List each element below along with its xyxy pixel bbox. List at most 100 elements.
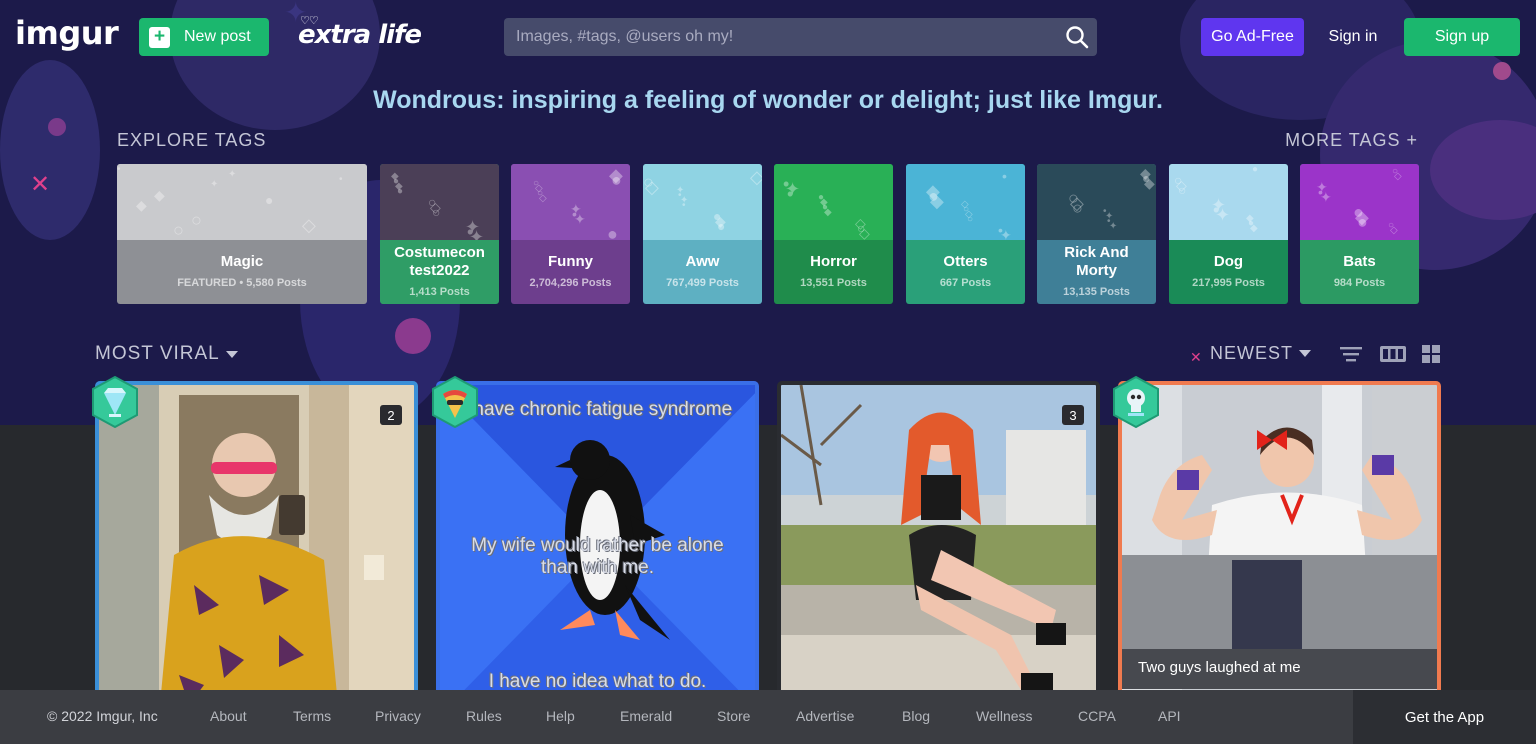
filter-icon[interactable]	[1339, 344, 1363, 364]
footer-link-ccpa[interactable]: CCPA	[1078, 708, 1116, 724]
tag-pattern: ● ◇ • ◆ ○ ✦ ● ◇ • ◆	[774, 164, 893, 240]
most-viral-dropdown[interactable]: MOST VIRAL	[95, 343, 238, 365]
tag-post-count: 667 Posts	[939, 277, 992, 289]
tag-info: Aww 767,499 Posts	[643, 240, 762, 304]
tag-card[interactable]: ◆ ○ ✦ ● ◇ • ◆ ○ ✦ ● Costumecon test2022 1,413 Posts	[380, 164, 499, 304]
tag-info: Magic FEATURED • 5,580 Posts	[117, 240, 367, 304]
pattern-mark: ●	[265, 192, 274, 208]
post-card[interactable]: 2	[95, 381, 418, 711]
tag-post-count: 1,413 Posts	[409, 286, 470, 298]
pattern-mark: ✦	[1320, 189, 1332, 205]
post-card[interactable]: I have chronic fatigue syndrome My wife …	[436, 381, 759, 711]
tag-pattern: ◆ ○ ✦ ● ◇ • ◆ ○ ✦ ●	[380, 164, 499, 240]
get-the-app-button[interactable]: Get the App	[1353, 690, 1536, 744]
footer-link-api[interactable]: API	[1158, 708, 1181, 724]
pattern-mark: ●	[1252, 164, 1259, 175]
tag-card[interactable]: • ◆ ○ ✦ ● ◇ • ◆ ○ ✦ Magic FEATURED • 5,580 Posts	[117, 164, 367, 304]
footer: © 2022 Imgur, Inc About Terms Privacy Ru…	[0, 690, 1536, 744]
sign-up-button[interactable]: Sign up	[1404, 18, 1520, 56]
pattern-mark: ✦	[574, 211, 586, 227]
footer-link-wellness[interactable]: Wellness	[976, 708, 1033, 724]
chevron-down-icon	[1299, 350, 1312, 357]
tag-post-count: FEATURED • 5,580 Posts	[177, 277, 307, 289]
award-badge	[90, 375, 140, 429]
tag-card[interactable]: • ◆ ○ ✦ ● ◇ • ◆ ○ ✦ Rick And Morty 13,135 Posts	[1037, 164, 1156, 304]
footer-link-blog[interactable]: Blog	[902, 708, 930, 724]
imgur-logo[interactable]: imgur	[15, 14, 119, 52]
more-tags-link[interactable]: MORE TAGS +	[1285, 130, 1418, 151]
pattern-mark: •	[682, 200, 686, 211]
tag-info: Funny 2,704,296 Posts	[511, 240, 630, 304]
post-card[interactable]: Two guys laughed at me	[1118, 381, 1441, 711]
pattern-mark: ●	[717, 218, 726, 234]
pattern-mark: ✦	[1000, 227, 1012, 240]
image-count-badge: 3	[1062, 405, 1084, 425]
pattern-mark: •	[117, 164, 121, 175]
tag-card[interactable]: ✦ ● ◇ • ◆ ○ ✦ ● ◇ • Aww 767,499 Posts	[643, 164, 762, 304]
post-image	[781, 385, 1096, 707]
tag-info: Otters 667 Posts	[906, 240, 1025, 304]
tag-name: Aww	[685, 253, 720, 270]
footer-link-privacy[interactable]: Privacy	[375, 708, 421, 724]
tag-info: Rick And Morty 13,135 Posts	[1037, 240, 1156, 304]
chevron-down-icon	[225, 350, 238, 358]
pattern-mark: ◇	[645, 177, 659, 197]
pattern-mark: ◆	[136, 197, 147, 213]
tag-name: Bats	[1343, 253, 1376, 270]
pattern-mark: ◆	[1144, 175, 1155, 191]
footer-link-advertise[interactable]: Advertise	[796, 708, 854, 724]
search-icon[interactable]	[1057, 18, 1097, 56]
tagline: Wondrous: inspiring a feeling of wonder …	[373, 86, 1163, 114]
tag-pattern: • ◆ ○ ✦ ● ◇ • ◆ ○ ✦	[1037, 164, 1156, 240]
tag-card[interactable]: ○ ✦ ● ◇ • ◆ ○ ✦ ● ◇ Bats 984 Posts	[1300, 164, 1419, 304]
footer-link-terms[interactable]: Terms	[293, 708, 331, 724]
pattern-mark: ✦	[228, 169, 237, 180]
sort-label: NEWEST	[1210, 343, 1294, 363]
new-post-button[interactable]: + New post	[139, 18, 269, 56]
tag-pattern: ○ ✦ ● ◇ • ◆ ○ ✦ ● ◇	[1300, 164, 1419, 240]
tag-post-count: 984 Posts	[1333, 277, 1386, 289]
copyright: © 2022 Imgur, Inc	[47, 708, 158, 724]
pattern-mark: ●	[611, 170, 622, 190]
pattern-mark: ◇	[302, 215, 316, 235]
tag-post-count: 13,551 Posts	[800, 277, 867, 289]
footer-link-about[interactable]: About	[210, 708, 247, 724]
pattern-mark: ○	[1178, 182, 1187, 198]
post-card[interactable]: 3	[777, 381, 1100, 711]
post-image	[99, 385, 414, 707]
tag-name: Magic	[220, 253, 264, 270]
footer-link-store[interactable]: Store	[717, 708, 750, 724]
footer-link-help[interactable]: Help	[546, 708, 575, 724]
decor-circle	[395, 318, 431, 354]
pattern-mark: ●	[1357, 212, 1368, 232]
tag-post-count: 2,704,296 Posts	[529, 277, 612, 289]
pattern-mark: ○	[191, 210, 202, 230]
tag-card[interactable]: ◆ ○ ✦ ● ◇ • ◆ ○ ✦ ● Dog 217,995 Posts	[1169, 164, 1288, 304]
pattern-mark: ✦	[1109, 221, 1118, 232]
footer-link-rules[interactable]: Rules	[466, 708, 502, 724]
tag-pattern: • ◆ ○ ✦ ● ◇ • ◆ ○ ✦	[117, 164, 367, 240]
tag-info: Dog 217,995 Posts	[1169, 240, 1288, 304]
tag-card[interactable]: ◇ • ◆ ○ ✦ ● ◇ • ◆ ○ Otters 667 Posts	[906, 164, 1025, 304]
extralife-logo[interactable]: ♡♡ extra life	[298, 14, 422, 50]
pattern-mark: ◆	[1250, 223, 1258, 234]
sparkle-icon: ✕	[1190, 349, 1202, 365]
pattern-mark: ○	[173, 220, 184, 240]
grid-view-icon[interactable]	[1421, 344, 1441, 364]
pattern-mark: ✦	[469, 227, 485, 240]
plus-icon: +	[149, 26, 170, 48]
waterfall-view-icon[interactable]	[1380, 344, 1406, 364]
tag-card[interactable]: ● ◇ • ◆ ○ ✦ ● ◇ • ◆ Horror 13,551 Posts	[774, 164, 893, 304]
pattern-mark: ◇	[539, 193, 547, 204]
tag-name: Funny	[548, 253, 593, 270]
sign-in-link[interactable]: Sign in	[1318, 18, 1388, 56]
tag-pattern: ◇ • ◆ ○ ✦ ● ◇ • ◆ ○	[906, 164, 1025, 240]
sort-dropdown[interactable]: NEWEST	[1210, 343, 1312, 364]
go-ad-free-button[interactable]: Go Ad-Free	[1201, 18, 1304, 56]
most-viral-label: MOST VIRAL	[95, 343, 220, 364]
footer-link-emerald[interactable]: Emerald	[620, 708, 672, 724]
meme-top-text: I have chronic fatigue syndrome	[462, 399, 733, 420]
search-input[interactable]	[504, 28, 1057, 46]
tag-card[interactable]: ○ ✦ ● ◇ • ◆ ○ ✦ ● ◇ Funny 2,704,296 Posts	[511, 164, 630, 304]
explore-tags-title: EXPLORE TAGS	[117, 130, 267, 150]
